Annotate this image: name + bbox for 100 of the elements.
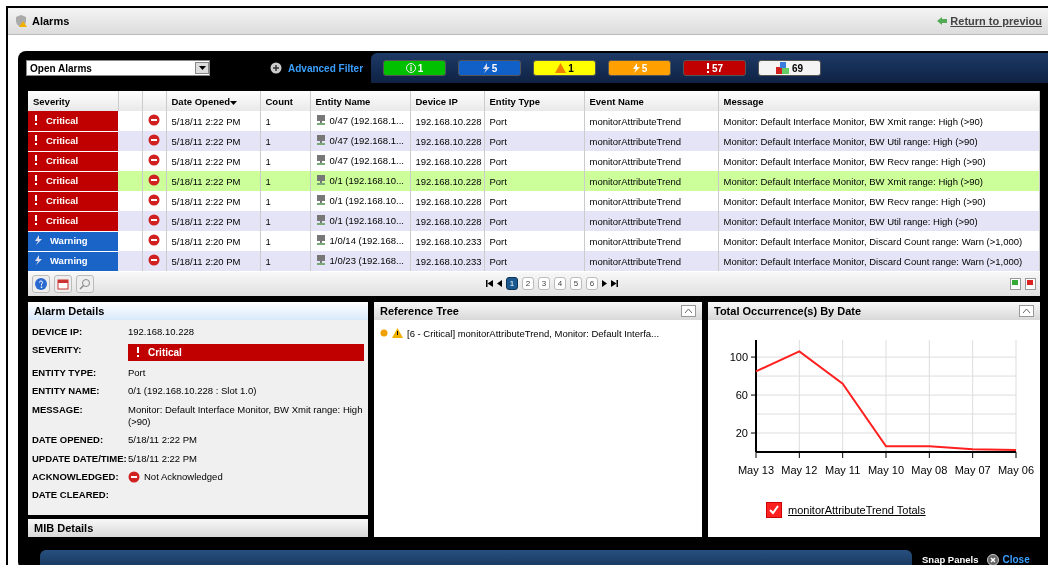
help-button[interactable] — [32, 274, 50, 293]
field-label: MESSAGE: — [32, 403, 84, 417]
table-cell: Port — [484, 251, 584, 271]
lightning-icon — [481, 63, 490, 73]
first-page-icon[interactable] — [486, 280, 493, 287]
monitor-icon — [315, 175, 326, 186]
panel-title: Alarm Details — [34, 304, 105, 317]
column-header[interactable]: Entity Name — [310, 91, 410, 111]
table-cell: 5/18/11 2:20 PM — [166, 251, 260, 271]
column-header[interactable]: Message — [718, 91, 1040, 111]
warning-triangle-icon — [392, 328, 403, 338]
alarm-row[interactable]: Warning 5/18/11 2:20 PM 1 1/0/23 (192.168... 192.168.10.233 Port monitorAttributeTrend Monitor: Default Interface Monitor, Discard Count range: Warn (>1,000) — [28, 251, 1040, 271]
excel-export-icon[interactable] — [1010, 277, 1021, 290]
stop-icon — [147, 134, 160, 146]
column-header[interactable]: Device IP — [410, 91, 484, 111]
snap-panels-label[interactable]: Snap Panels — [922, 554, 979, 565]
severity-counter[interactable]: 1 — [533, 60, 597, 76]
alarm-row[interactable]: Critical 5/18/11 2:22 PM 1 0/47 (192.168.1... 192.168.10.228 Port monitorAttributeTrend Monitor: Default Interface Monitor, BW Xmit range: High (>90) — [28, 111, 1040, 131]
alarm-row[interactable]: Critical 5/18/11 2:22 PM 1 0/47 (192.168.1... 192.168.10.228 Port monitorAttributeTrend Monitor: Default Interface Monitor, BW Recv range: High (>90) — [28, 151, 1040, 171]
x-tick-label: May 13 — [737, 463, 775, 476]
table-cell: monitorAttributeTrend — [584, 251, 718, 271]
page-button[interactable]: 1 — [506, 277, 518, 290]
alarm-row[interactable]: Critical 5/18/11 2:22 PM 1 0/1 (192.168.10... 192.168.10.228 Port monitorAttributeTrend Monitor: Default Interface Monitor, BW Xmit range: High (>90) — [28, 171, 1040, 191]
stop-icon — [128, 471, 140, 484]
severity-cell: Critical — [28, 151, 118, 171]
severity-counter[interactable]: 5 — [458, 60, 522, 76]
help-icon — [35, 277, 47, 290]
stop-icon — [147, 114, 160, 126]
severity-counter[interactable]: 57 — [683, 60, 747, 76]
y-tick-label: 20 — [735, 426, 748, 439]
x-tick-label: May 12 — [781, 463, 818, 476]
column-header[interactable]: Severity — [28, 91, 118, 111]
alarm-row[interactable]: Critical 5/18/11 2:22 PM 1 0/1 (192.168.10... 192.168.10.228 Port monitorAttributeTrend Monitor: Default Interface Monitor, BW Util range: High (>90) — [28, 211, 1040, 231]
alarm-row[interactable]: Critical 5/18/11 2:22 PM 1 0/1 (192.168.10... 192.168.10.228 Port monitorAttributeTrend Monitor: Default Interface Monitor, BW Recv range: High (>90) — [28, 191, 1040, 211]
back-arrow-icon — [937, 17, 948, 25]
table-cell: 192.168.10.233 — [410, 251, 484, 271]
panel-title: Reference Tree — [380, 304, 459, 317]
severity-cell: Critical — [28, 211, 118, 231]
exclamation-icon — [34, 135, 38, 146]
y-tick-label: 60 — [735, 388, 748, 401]
collapse-button[interactable] — [681, 304, 696, 317]
monitor-icon — [315, 155, 326, 166]
column-header[interactable]: Entity Type — [484, 91, 584, 111]
page-button[interactable]: 2 — [522, 277, 534, 290]
warning-triangle-icon — [555, 63, 567, 73]
last-page-icon[interactable] — [611, 280, 618, 287]
legend-link[interactable]: monitorAttributeTrend Totals — [788, 503, 926, 516]
caret-up-icon — [1023, 308, 1030, 313]
collapse-button[interactable] — [1019, 304, 1034, 317]
alarm-row[interactable]: Critical 5/18/11 2:22 PM 1 0/47 (192.168.1... 192.168.10.228 Port monitorAttributeTrend Monitor: Default Interface Monitor, BW Util range: High (>90) — [28, 131, 1040, 151]
field-value: 5/18/11 2:22 PM — [128, 452, 198, 465]
field-value: 192.168.10.228 — [128, 325, 196, 338]
column-header[interactable]: Event Name — [584, 91, 718, 111]
page-button[interactable]: 6 — [586, 277, 598, 290]
severity-cell: Warning — [28, 251, 118, 271]
window-title: Alarms — [32, 15, 70, 27]
panel-title: MIB Details — [34, 521, 94, 534]
pdf-export-icon[interactable] — [1025, 277, 1036, 290]
exclamation-icon — [34, 155, 38, 166]
stop-icon — [147, 234, 160, 246]
caret-icon — [198, 66, 206, 70]
severity-cell: Critical — [28, 111, 118, 131]
legend-checkbox[interactable] — [766, 501, 782, 518]
field-label: ENTITY NAME: — [32, 385, 101, 398]
exclamation-icon — [705, 63, 710, 73]
search-button[interactable] — [76, 274, 94, 293]
monitor-icon — [315, 235, 326, 246]
calendar-button[interactable] — [54, 274, 72, 293]
column-header[interactable]: Date Opened — [166, 91, 260, 111]
panel-title: Total Occurrence(s) By Date — [714, 304, 862, 317]
close-button[interactable]: Close — [986, 553, 1030, 565]
stop-icon — [147, 174, 160, 186]
view-dropdown[interactable]: Open Alarms — [26, 60, 210, 76]
field-label: DEVICE IP: — [32, 325, 84, 338]
calendar-icon — [57, 277, 69, 290]
field-value: Monitor: Default Interface Monitor, BW Xmit range: High (>90) — [128, 403, 364, 429]
field-label: DATE OPENED: — [32, 434, 105, 447]
field-value: Not Acknowledged — [144, 470, 223, 484]
tree-item[interactable]: [6 - Critical] monitorAttributeTrend, Monitor: Default Interfa... — [407, 327, 660, 339]
field-label: ENTITY TYPE: — [32, 366, 98, 380]
page-button[interactable]: 4 — [554, 277, 566, 290]
lightning-icon — [34, 255, 42, 266]
next-page-icon[interactable] — [602, 280, 607, 287]
page-button[interactable]: 5 — [570, 277, 582, 290]
previous-page-icon[interactable] — [497, 280, 502, 287]
severity-counter[interactable]: 69 — [758, 60, 822, 76]
return-link[interactable]: Return to previou — [937, 15, 1042, 27]
severity-cell: Critical — [28, 171, 118, 191]
alarm-row[interactable]: Warning 5/18/11 2:20 PM 1 1/0/14 (192.168... 192.168.10.233 Port monitorAttributeTrend Monitor: Default Interface Monitor, Discard Count range: Warn (>1,000) — [28, 231, 1040, 251]
close-icon — [986, 553, 999, 565]
stop-icon — [147, 194, 160, 206]
y-tick-label: 100 — [729, 350, 748, 363]
caret-up-icon — [685, 308, 692, 313]
monitor-icon — [315, 115, 326, 126]
lightning-icon — [34, 235, 42, 246]
advanced-filter-link[interactable]: Advanced Filter — [270, 62, 364, 74]
column-header[interactable]: Count — [260, 91, 310, 111]
exclamation-icon — [136, 346, 140, 357]
page-button[interactable]: 3 — [538, 277, 550, 290]
severity-cell: Warning — [28, 231, 118, 251]
